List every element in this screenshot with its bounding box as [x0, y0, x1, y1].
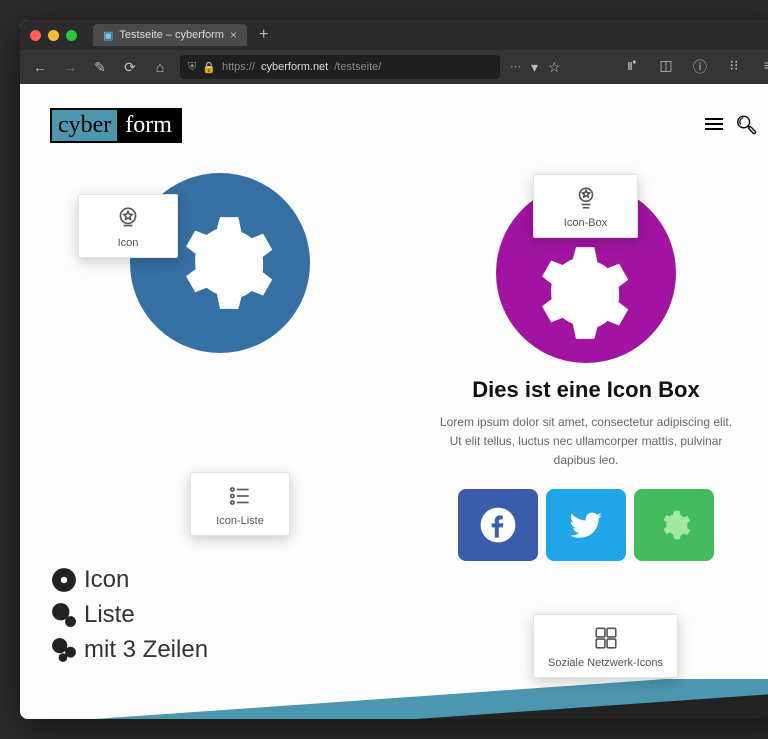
tooltip-iconlist[interactable]: Icon-Liste [190, 472, 290, 536]
back-button[interactable]: ← [30, 59, 50, 75]
list-item: mit 3 Zeilen [50, 633, 208, 668]
icon-list: Icon Liste mit 3 Zeilen [50, 563, 208, 667]
tooltip-label: Icon-Liste [216, 515, 264, 527]
tooltip-icon[interactable]: Icon [78, 194, 178, 258]
url-bar[interactable]: ⛨ 🔒 https:// cyberform.net/testseite/ [180, 55, 500, 79]
forward-button[interactable]: → [60, 59, 80, 75]
url-host: cyberform.net [261, 61, 328, 73]
account-icon[interactable]: ⓘ [690, 57, 710, 77]
list-item: Liste [50, 598, 208, 633]
menu-icon[interactable] [705, 115, 723, 136]
list-item-label: Icon [84, 563, 129, 598]
tooltip-label: Icon-Box [564, 217, 607, 229]
tab-favicon: ▣ [103, 29, 113, 42]
close-tab-button[interactable]: × [230, 28, 237, 42]
close-window-button[interactable] [30, 30, 41, 41]
list-icon [227, 483, 253, 509]
sidebar-icon[interactable]: ◫ [656, 57, 676, 77]
site-logo[interactable]: cyber form [50, 108, 182, 143]
shield-icon: ⛨ [188, 61, 196, 74]
tooltip-iconbox[interactable]: Icon-Box [533, 174, 638, 238]
gear-icon [165, 208, 275, 318]
facebook-icon [479, 506, 517, 544]
list-item-label: Liste [84, 598, 135, 633]
logo-right: form [117, 110, 180, 141]
library-icon[interactable]: ⑈ [622, 57, 642, 77]
lock-icon: 🔒 [202, 61, 216, 74]
menu-button[interactable]: ≡ [758, 57, 768, 77]
extensions-icon[interactable]: ⁝⁝ [724, 57, 744, 77]
titlebar: ▣ Testseite – cyberform × + [20, 20, 768, 50]
gear-icon [50, 636, 78, 664]
tab-title: Testseite – cyberform [119, 29, 224, 41]
tooltip-social[interactable]: Soziale Netzwerk-Icons [533, 614, 678, 678]
tooltip-label: Icon [118, 237, 139, 249]
gear-icon [50, 601, 78, 629]
search-icon[interactable]: 🔍︎ [735, 115, 758, 136]
browser-window: ▣ Testseite – cyberform × + ← → ✎ ⟳ ⌂ ⛨ … [20, 20, 768, 719]
star-badge-icon [115, 205, 141, 231]
page: cyber form 🔍︎ [20, 84, 768, 719]
footer-band [20, 679, 768, 719]
iconbox-text: Lorem ipsum dolor sit amet, consectetur … [434, 413, 738, 471]
tooltip-label: Soziale Netzwerk-Icons [548, 657, 663, 669]
window-controls [30, 30, 77, 41]
facebook-button[interactable] [458, 489, 538, 561]
devtools-button[interactable]: ✎ [90, 59, 110, 76]
url-prefix: https:// [222, 61, 255, 73]
browser-tab[interactable]: ▣ Testseite – cyberform × [93, 24, 247, 46]
minimize-window-button[interactable] [48, 30, 59, 41]
home-button[interactable]: ⌂ [150, 59, 170, 75]
twitter-icon [567, 506, 605, 544]
list-item: Icon [50, 563, 208, 598]
logo-left: cyber [52, 110, 117, 141]
share-button[interactable] [634, 489, 714, 561]
star-badge-icon [573, 185, 599, 211]
url-path: /testseite/ [334, 61, 381, 73]
reload-button[interactable]: ⟳ [120, 59, 140, 76]
list-item-label: mit 3 Zeilen [84, 633, 208, 668]
maximize-window-button[interactable] [66, 30, 77, 41]
twitter-button[interactable] [546, 489, 626, 561]
site-header: cyber form 🔍︎ [50, 108, 758, 143]
browser-toolbar: ← → ✎ ⟳ ⌂ ⛨ 🔒 https:// cyberform.net/test… [20, 50, 768, 84]
iconbox-title: Dies ist eine Icon Box [414, 377, 758, 403]
new-tab-button[interactable]: + [253, 26, 274, 44]
gear-icon [521, 238, 631, 348]
gear-icon [657, 508, 691, 542]
permissions-icon[interactable]: ▾ [531, 59, 538, 76]
social-grid-icon [593, 625, 619, 651]
social-buttons [414, 489, 758, 561]
bookmark-icon[interactable]: ☆ [548, 59, 561, 76]
gear-icon [50, 566, 78, 594]
